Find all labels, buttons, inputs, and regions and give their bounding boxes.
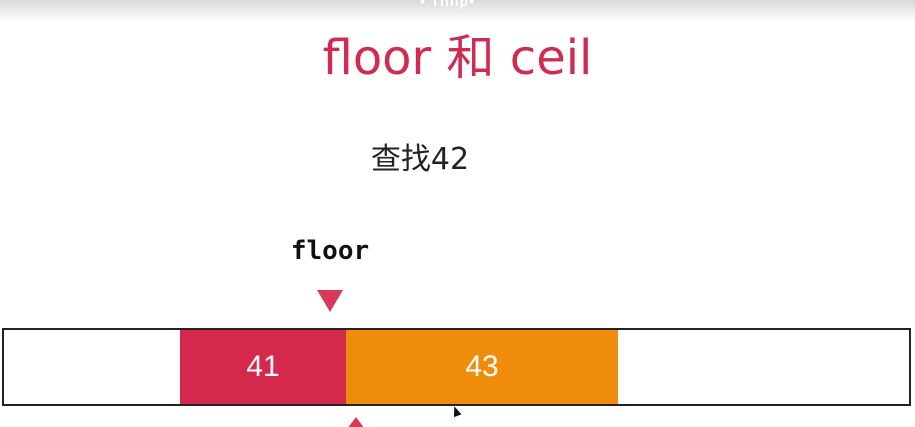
triangle-up-icon [347,417,365,427]
mouse-cursor-icon [450,404,462,418]
slide-canvas: • Tillip• floor 和 ceil 查找42 floor 41 43 [0,0,915,427]
slide-title: floor 和 ceil [322,30,593,86]
array-cell-43: 43 [346,330,618,404]
top-bar: • Tillip• [0,0,915,22]
array-bar: 41 43 [2,328,911,406]
top-bar-text: • Tillip• [420,0,476,9]
search-caption: 查找42 [370,142,470,177]
triangle-down-icon [317,290,343,312]
array-cell-41: 41 [180,330,346,404]
floor-label: floor [290,236,370,266]
